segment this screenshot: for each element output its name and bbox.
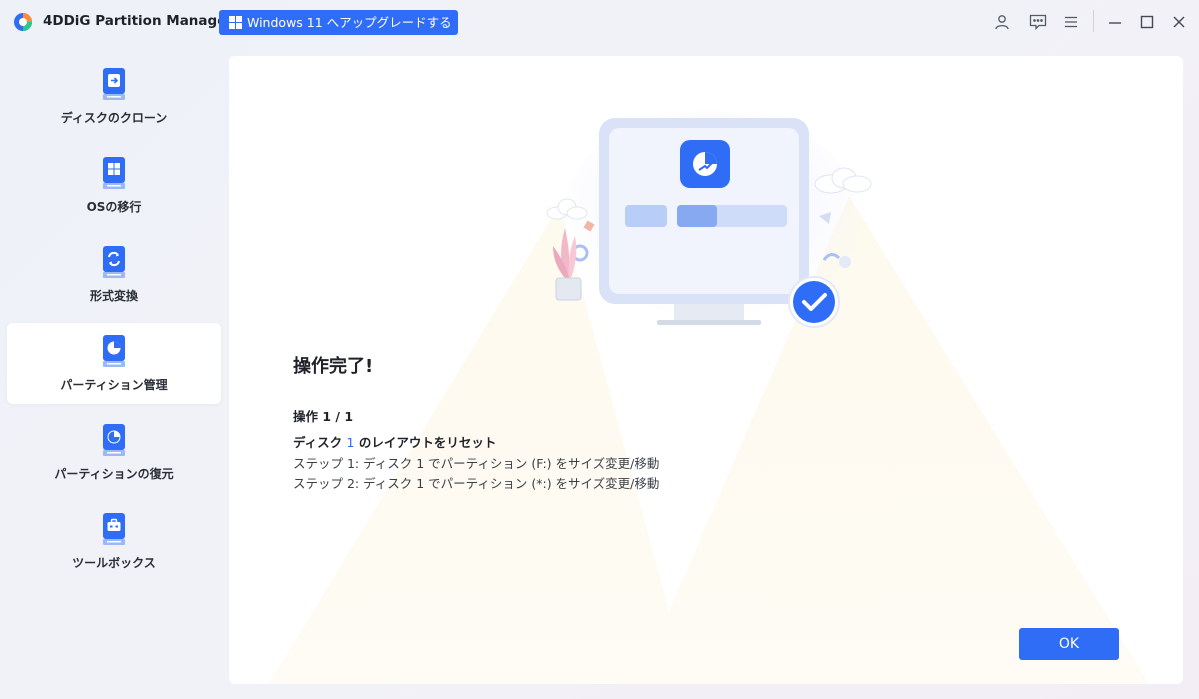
sidebar-item-label: パーティション管理	[60, 378, 168, 392]
sidebar-item-partition-management[interactable]: パーティション管理	[7, 323, 221, 404]
sidebar-item-format-convert[interactable]: 形式変換	[7, 234, 221, 315]
title-bar: 4DDiG Partition Manager Windows 11 へアップグ…	[0, 0, 1199, 44]
ok-button[interactable]: OK	[1019, 628, 1119, 660]
operation-step: ステップ 1: ディスク 1 でパーティション (F:) をサイズ変更/移動	[293, 456, 660, 471]
operation-summary: ディスク 1 のレイアウトをリセット	[293, 432, 496, 451]
operation-step: ステップ 2: ディスク 1 でパーティション (*:) をサイズ変更/移動	[293, 476, 660, 491]
partition-management-icon	[103, 335, 125, 367]
user-icon[interactable]	[991, 11, 1013, 33]
sidebar-item-disk-clone[interactable]: ディスクのクローン	[7, 56, 221, 137]
title-bar-divider	[1093, 10, 1094, 32]
os-migration-icon	[103, 157, 125, 189]
sidebar-item-label: パーティションの復元	[54, 467, 174, 481]
operation-prefix: ディスク	[293, 435, 343, 450]
sidebar: ディスクのクローン OSの移行 形式変換 パーティション管理 パーティションの復…	[0, 56, 229, 696]
feedback-icon[interactable]	[1027, 11, 1049, 33]
format-convert-icon	[103, 246, 125, 278]
partition-recovery-icon	[103, 424, 125, 456]
app-logo-icon	[14, 13, 32, 31]
sidebar-item-label: ディスクのクローン	[60, 111, 168, 125]
operation-suffix: のレイアウトをリセット	[358, 435, 497, 450]
sidebar-item-toolbox[interactable]: ツールボックス	[7, 501, 221, 582]
upgrade-label: Windows 11 へアップグレードする	[247, 15, 452, 30]
disk-clone-icon	[103, 68, 125, 100]
disk-number: 1	[346, 435, 355, 450]
close-icon[interactable]	[1168, 11, 1190, 33]
maximize-icon[interactable]	[1136, 11, 1158, 33]
operation-complete-illustration	[546, 111, 872, 328]
sidebar-item-partition-recovery[interactable]: パーティションの復元	[7, 412, 221, 493]
sidebar-item-label: 形式変換	[89, 289, 138, 303]
sidebar-item-label: OSの移行	[86, 200, 142, 214]
operation-complete-title: 操作完了!	[293, 356, 374, 377]
sidebar-item-label: ツールボックス	[72, 556, 156, 570]
minimize-icon[interactable]	[1104, 11, 1126, 33]
menu-icon[interactable]	[1060, 11, 1082, 33]
sidebar-item-os-migration[interactable]: OSの移行	[7, 145, 221, 226]
main-panel: 操作完了! 操作 1 / 1 ディスク 1 のレイアウトをリセット ステップ 1…	[229, 56, 1183, 684]
windows-11-upgrade-button[interactable]: Windows 11 へアップグレードする	[219, 10, 458, 35]
app-title: 4DDiG Partition Manager	[43, 13, 234, 29]
toolbox-icon	[103, 513, 125, 545]
operation-count: 操作 1 / 1	[293, 409, 354, 424]
windows-icon	[229, 16, 242, 29]
